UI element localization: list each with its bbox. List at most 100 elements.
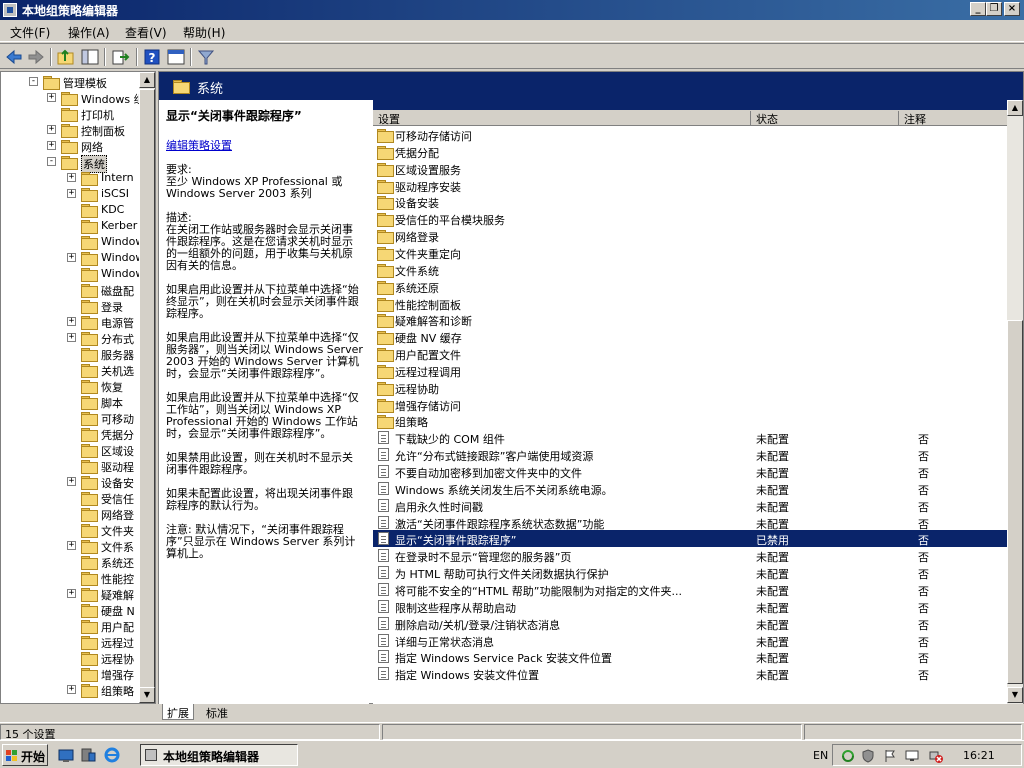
expand-icon[interactable]: + [67, 173, 76, 182]
menu-view[interactable]: 查看(V) [125, 24, 167, 41]
tree-item[interactable]: 性能控 [1, 570, 139, 586]
tree-item[interactable]: + 文件系 [1, 538, 139, 554]
list-item-folder[interactable]: 组策略 [373, 412, 1007, 429]
list-item-policy[interactable]: 为 HTML 帮助可执行文件关闭数据执行保护 未配置 否 [373, 564, 1007, 581]
action-center-flag-icon[interactable] [883, 749, 897, 763]
collapse-icon[interactable]: - [29, 77, 38, 86]
forward-arrow-icon[interactable] [26, 47, 46, 67]
tree-item[interactable]: 脚本 [1, 394, 139, 410]
list-item-policy[interactable]: 删除启动/关机/登录/注销状态消息 未配置 否 [373, 615, 1007, 632]
column-setting[interactable]: 设置 [373, 111, 751, 126]
server-manager-icon[interactable] [80, 747, 96, 763]
tab-standard[interactable]: 标准 [202, 704, 232, 720]
security-shield-icon[interactable] [861, 749, 875, 763]
menu-file[interactable]: 文件(F) [10, 24, 50, 41]
tab-extended[interactable]: 扩展 [162, 704, 194, 720]
list-item-folder[interactable]: 性能控制面板 [373, 295, 1007, 312]
list-item-policy[interactable]: Windows 系统关闭发生后不关闭系统电源。 未配置 否 [373, 480, 1007, 497]
tree-item[interactable]: - 管理模板 [1, 74, 139, 90]
help-icon[interactable]: ? [142, 47, 162, 67]
filter-icon[interactable] [196, 47, 216, 67]
menu-help[interactable]: 帮助(H) [183, 24, 225, 41]
tree-item[interactable]: + Intern [1, 170, 139, 186]
list-item-policy[interactable]: 将可能不安全的“HTML 帮助”功能限制为对指定的文件夹... 未配置 否 [373, 581, 1007, 598]
expand-icon[interactable]: + [67, 589, 76, 598]
update-icon[interactable] [841, 749, 855, 763]
expand-icon[interactable]: + [67, 333, 76, 342]
list-scrollbar[interactable]: ▲ ▼ [1007, 100, 1023, 704]
tree-item[interactable]: 关机选 [1, 362, 139, 378]
tree-item[interactable]: 远程过 [1, 634, 139, 650]
list-item-folder[interactable]: 可移动存储访问 [373, 126, 1007, 143]
list-item-folder[interactable]: 疑难解答和诊断 [373, 311, 1007, 328]
tree-item[interactable]: + Windows 组 [1, 90, 145, 106]
tree-item[interactable]: + 组策略 [1, 682, 139, 698]
list-item-folder[interactable]: 硬盘 NV 缓存 [373, 328, 1007, 345]
scroll-up-button[interactable]: ▲ [1007, 100, 1023, 116]
expand-icon[interactable]: + [47, 125, 56, 134]
list-item-folder[interactable]: 系统还原 [373, 278, 1007, 295]
tree-item[interactable]: + 分布式 [1, 330, 139, 346]
expand-icon[interactable]: + [67, 317, 76, 326]
restore-button[interactable]: ❐ [986, 2, 1002, 16]
tree-item[interactable]: Window [1, 234, 144, 250]
export-list-icon[interactable] [110, 47, 130, 67]
expand-icon[interactable]: + [67, 541, 76, 550]
menu-action[interactable]: 操作(A) [68, 24, 110, 41]
tree-item[interactable]: 增强存 [1, 666, 139, 682]
tree-item[interactable]: 硬盘 N [1, 602, 139, 618]
scroll-down-button[interactable]: ▼ [139, 687, 155, 703]
list-item-folder[interactable]: 文件系统 [373, 261, 1007, 278]
expand-icon[interactable]: + [47, 93, 56, 102]
minimize-button[interactable]: _ [970, 2, 986, 16]
start-button[interactable]: 开始 [2, 744, 48, 766]
tree-item[interactable]: + Window [1, 250, 144, 266]
list-item-folder[interactable]: 远程协助 [373, 379, 1007, 396]
tree-item[interactable]: + 疑难解 [1, 586, 139, 602]
list-item-folder[interactable]: 网络登录 [373, 227, 1007, 244]
list-item-folder[interactable]: 增强存储访问 [373, 396, 1007, 413]
expand-icon[interactable]: + [67, 189, 76, 198]
tree-item[interactable]: 恢复 [1, 378, 139, 394]
list-item-policy[interactable]: 详细与正常状态消息 未配置否 [373, 632, 1007, 649]
tree-scrollbar[interactable]: ▲ ▼ [139, 72, 155, 703]
expand-icon[interactable]: + [67, 685, 76, 694]
tree-item[interactable]: + 网络 [1, 138, 139, 154]
tree-item[interactable]: KDC [1, 202, 139, 218]
list-item-policy[interactable]: 不要自动加密移到加密文件夹中的文件 未配置 否 [373, 463, 1007, 480]
scroll-thumb[interactable] [139, 89, 155, 689]
list-item-policy[interactable]: 显示“关闭事件跟踪程序” 已禁用 否 [373, 530, 1007, 547]
tree-item[interactable]: 磁盘配 [1, 282, 139, 298]
tree-item[interactable]: 系统还 [1, 554, 139, 570]
tree-item[interactable]: 受信任 [1, 490, 139, 506]
expand-icon[interactable]: + [67, 253, 76, 262]
list-item-folder[interactable]: 文件夹重定向 [373, 244, 1007, 261]
display-icon[interactable] [905, 749, 919, 763]
edit-policy-link[interactable]: 编辑策略设置 [166, 140, 363, 152]
taskbar-item-gpedit[interactable]: 本地组策略编辑器 [140, 744, 298, 766]
list-item-folder[interactable]: 驱动程序安装 [373, 177, 1007, 194]
internet-explorer-icon[interactable] [104, 747, 120, 763]
up-folder-icon[interactable] [56, 47, 76, 67]
list-item-policy[interactable]: 允许“分布式链接跟踪”客户端使用域资源 未配置 否 [373, 446, 1007, 463]
tree-item[interactable]: Kerber [1, 218, 139, 234]
list-item-policy[interactable]: 指定 Windows 安装文件位置 未配置 否 [373, 665, 1007, 682]
tree-item[interactable]: 打印机 [1, 106, 139, 122]
clock[interactable]: 16:21 [963, 749, 995, 762]
scroll-thumb[interactable] [1007, 320, 1023, 684]
tree-item[interactable]: + 电源管 [1, 314, 139, 330]
list-item-policy[interactable]: 限制这些程序从帮助启动 未配置 否 [373, 598, 1007, 615]
scroll-up-button[interactable]: ▲ [139, 72, 155, 88]
tree-item[interactable]: 驱动程 [1, 458, 139, 474]
column-comment[interactable]: 注释 [899, 111, 1007, 126]
scroll-down-button[interactable]: ▼ [1007, 687, 1023, 703]
list-item-folder[interactable]: 用户配置文件 [373, 345, 1007, 362]
tree-item[interactable]: 用户配 [1, 618, 139, 634]
tree-item[interactable]: 服务器 [1, 346, 139, 362]
tree-item[interactable]: 网络登 [1, 506, 139, 522]
tree-item[interactable]: 文件夹 [1, 522, 139, 538]
tree-item[interactable]: 登录 [1, 298, 139, 314]
list-item-policy[interactable]: 激活“关闭事件跟踪程序系统状态数据”功能 未配置否 [373, 514, 1007, 531]
list-item-policy[interactable]: 指定 Windows Service Pack 安装文件位置 未配置 否 [373, 648, 1007, 665]
list-item-folder[interactable]: 受信任的平台模块服务 [373, 210, 1007, 227]
